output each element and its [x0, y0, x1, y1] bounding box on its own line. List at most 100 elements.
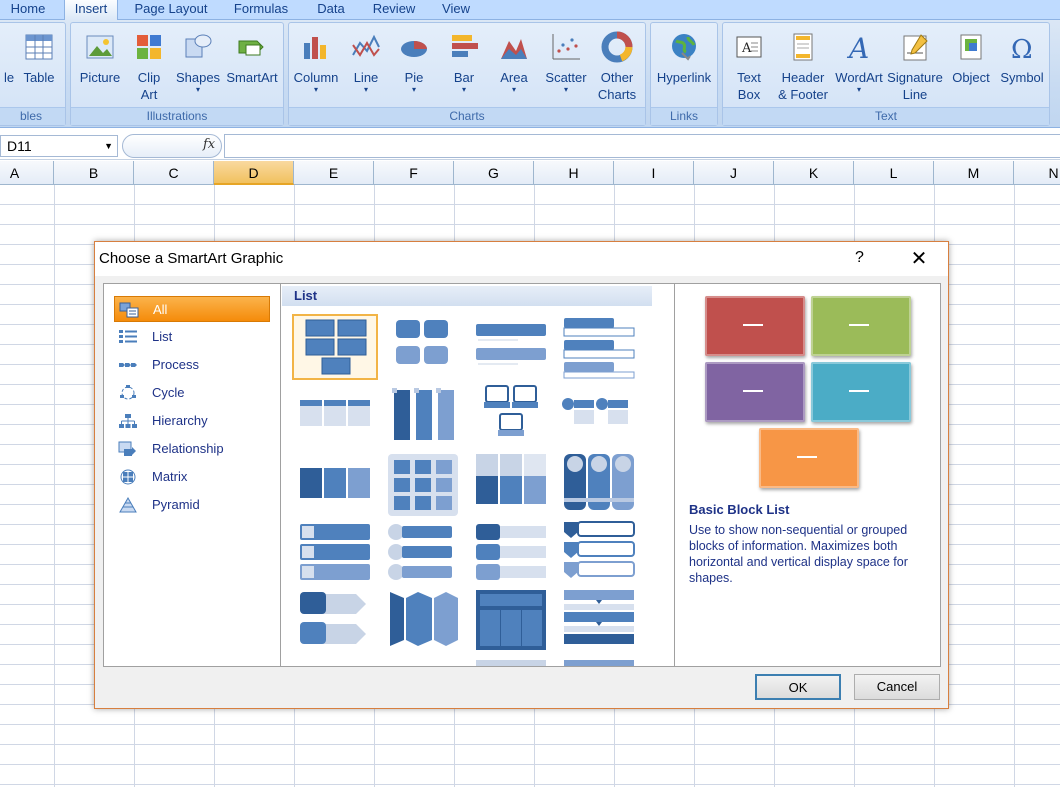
help-icon[interactable]: ? — [855, 249, 864, 267]
column-header[interactable]: K — [774, 161, 854, 185]
layout-thumbnail[interactable] — [468, 520, 554, 586]
tab-data[interactable]: Data — [306, 0, 356, 20]
hyperlink-icon — [672, 34, 696, 61]
category-list-item[interactable]: List — [114, 324, 270, 350]
header-footer-icon — [793, 33, 813, 61]
column-header[interactable]: G — [454, 161, 534, 185]
bar-chart-button[interactable]: Bar ▾ — [441, 29, 487, 94]
text-box-button[interactable]: A Text Box — [727, 29, 771, 103]
ribbon: le Table bles Picture Clip Art Shapes ▾ … — [0, 20, 1060, 128]
close-icon[interactable]: ✕ — [907, 246, 931, 271]
illustrations-group: Picture Clip Art Shapes ▾ SmartArt Illus… — [70, 22, 284, 126]
layout-thumbnail[interactable] — [468, 656, 554, 666]
layout-thumbnail[interactable] — [380, 314, 466, 380]
line-dropdown-icon: ▾ — [363, 85, 368, 94]
layout-thumbnail[interactable] — [468, 588, 554, 654]
category-label: Cycle — [152, 385, 185, 400]
relationship-category-icon — [118, 441, 136, 456]
tab-home[interactable]: Home — [0, 0, 56, 20]
layout-thumbnail[interactable] — [380, 520, 466, 586]
area-chart-button[interactable]: Area ▾ — [491, 29, 537, 94]
column-header[interactable]: C — [134, 161, 214, 185]
layout-thumbnail[interactable] — [556, 588, 642, 654]
table-label: Table — [23, 70, 55, 85]
column-header[interactable]: M — [934, 161, 1014, 185]
layout-thumbnail[interactable] — [556, 314, 642, 380]
bar-label: Bar — [453, 70, 475, 85]
other-charts-button[interactable]: Other Charts — [593, 29, 641, 103]
column-header[interactable]: E — [294, 161, 374, 185]
smartart-dialog: Choose a SmartArt Graphic ? ✕ All List P… — [94, 241, 949, 709]
column-header[interactable]: A — [0, 161, 54, 185]
column-header[interactable]: I — [614, 161, 694, 185]
column-header[interactable]: J — [694, 161, 774, 185]
category-all[interactable]: All — [114, 296, 270, 322]
category-hierarchy[interactable]: Hierarchy — [114, 408, 270, 434]
layout-thumbnail[interactable] — [380, 588, 466, 654]
tab-review[interactable]: Review — [366, 0, 422, 20]
area-dropdown-icon: ▾ — [511, 85, 516, 94]
wordart-dropdown-icon: ▾ — [856, 85, 861, 94]
category-relationship[interactable]: Relationship — [114, 436, 270, 462]
shapes-button[interactable]: Shapes ▾ — [173, 29, 223, 94]
column-header-selected[interactable]: D — [214, 161, 294, 185]
smartart-label: SmartArt — [226, 70, 278, 85]
insert-function-icon[interactable]: fx — [203, 137, 215, 152]
layout-thumbnail[interactable] — [556, 520, 642, 586]
preview-title: Basic Block List — [689, 502, 790, 517]
line-chart-icon — [352, 34, 380, 57]
category-matrix[interactable]: Matrix — [114, 464, 270, 490]
symbol-button[interactable]: Ω Symbol — [997, 29, 1047, 86]
category-cycle[interactable]: Cycle — [114, 380, 270, 406]
layout-thumbnail[interactable] — [556, 656, 642, 666]
pivot-table-button[interactable]: le — [1, 29, 17, 86]
layout-thumbnail[interactable] — [556, 384, 642, 450]
text-box-label: Text Box — [737, 70, 761, 102]
layout-thumbnail[interactable] — [292, 520, 378, 586]
table-button[interactable]: Table — [17, 29, 61, 86]
column-chart-button[interactable]: Column ▾ — [291, 29, 341, 94]
header-footer-button[interactable]: Header & Footer — [773, 29, 833, 103]
name-box[interactable]: D11 ▼ — [0, 135, 118, 157]
preview-block — [705, 296, 805, 356]
wordart-button[interactable]: A WordArt ▾ — [833, 29, 885, 94]
picture-button[interactable]: Picture — [75, 29, 125, 86]
clip-art-button[interactable]: Clip Art — [127, 29, 171, 103]
layout-thumbnail[interactable] — [468, 452, 554, 518]
tab-view[interactable]: View — [432, 0, 480, 20]
name-box-dropdown-icon[interactable]: ▼ — [104, 136, 113, 156]
preview-block — [705, 362, 805, 422]
tab-formulas[interactable]: Formulas — [226, 0, 296, 20]
layout-thumbnail[interactable] — [292, 452, 378, 518]
layout-thumbnail[interactable] — [292, 588, 378, 654]
category-pyramid[interactable]: Pyramid — [114, 492, 270, 518]
category-process[interactable]: Process — [114, 352, 270, 378]
line-chart-button[interactable]: Line ▾ — [343, 29, 389, 94]
layout-thumbnail[interactable] — [468, 384, 554, 450]
scatter-chart-button[interactable]: Scatter ▾ — [541, 29, 591, 94]
line-label: Line — [353, 70, 379, 85]
hyperlink-button[interactable]: Hyperlink — [653, 29, 715, 86]
column-header[interactable]: L — [854, 161, 934, 185]
tab-insert[interactable]: Insert — [64, 0, 118, 20]
pie-chart-button[interactable]: Pie ▾ — [391, 29, 437, 94]
layout-thumbnail[interactable] — [380, 452, 466, 518]
smartart-button[interactable]: SmartArt — [223, 29, 281, 86]
column-headers: A B C D E F G H I J K L M N — [0, 161, 1060, 185]
column-header[interactable]: F — [374, 161, 454, 185]
column-header[interactable]: H — [534, 161, 614, 185]
formula-input[interactable] — [224, 134, 1060, 158]
ok-button[interactable]: OK — [755, 674, 841, 700]
cancel-button[interactable]: Cancel — [854, 674, 940, 700]
layout-thumbnail-selected[interactable] — [292, 314, 378, 380]
pivot-table-icon — [1, 31, 17, 63]
layout-thumbnail[interactable] — [292, 384, 378, 450]
column-header[interactable]: B — [54, 161, 134, 185]
layout-thumbnail[interactable] — [556, 452, 642, 518]
tab-page-layout[interactable]: Page Layout — [126, 0, 216, 20]
object-button[interactable]: Object — [947, 29, 995, 86]
column-header[interactable]: N — [1014, 161, 1060, 185]
layout-thumbnail[interactable] — [468, 314, 554, 380]
layout-thumbnail[interactable] — [380, 384, 466, 450]
signature-line-button[interactable]: Signature Line — [885, 29, 945, 103]
